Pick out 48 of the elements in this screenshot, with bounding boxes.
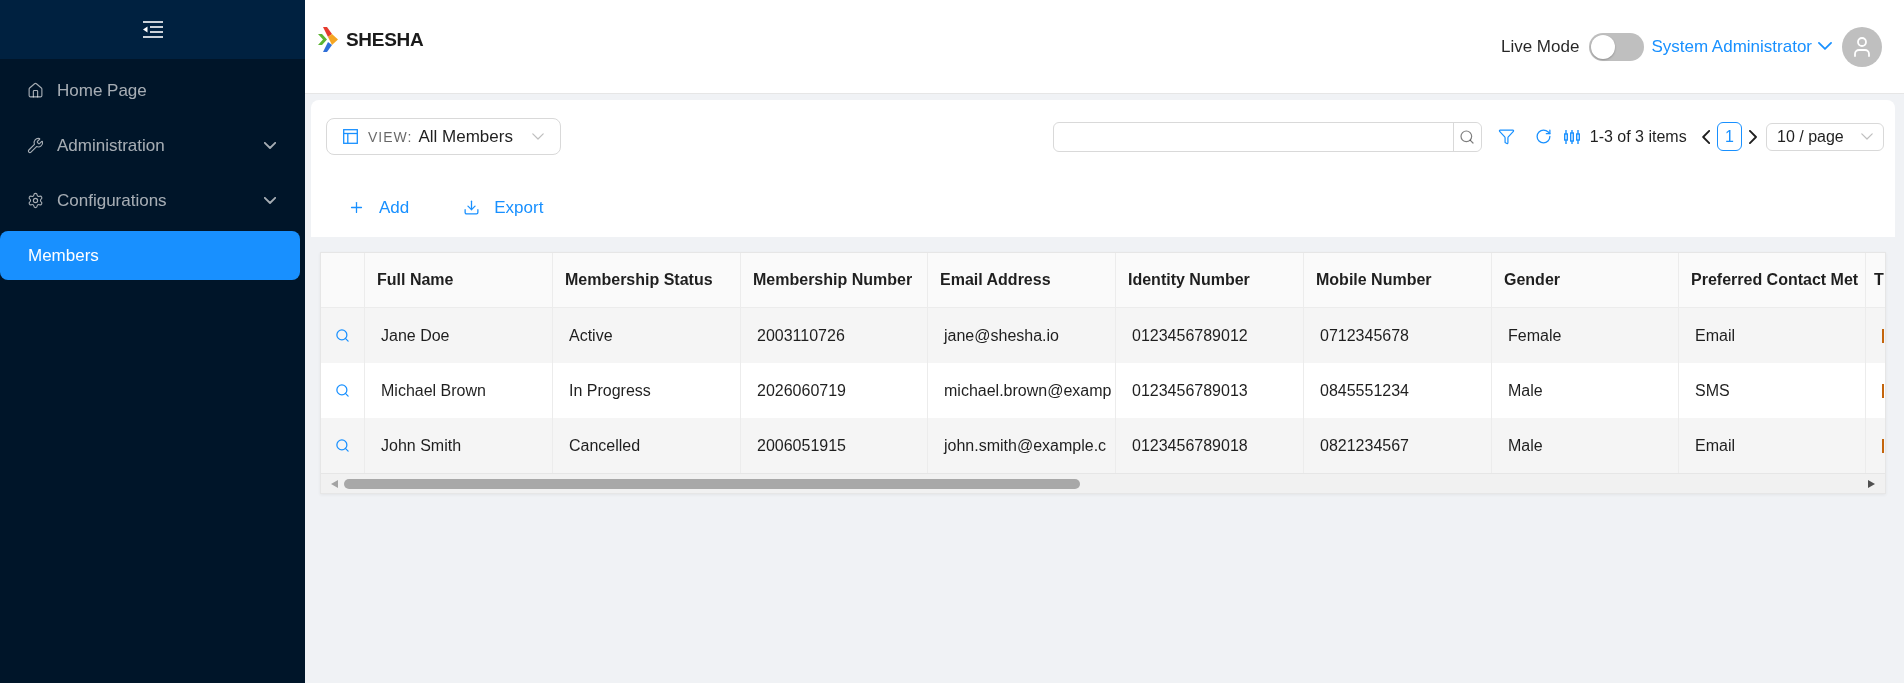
home-icon (27, 82, 44, 99)
menu-collapse-icon (142, 21, 163, 38)
column-header[interactable]: Membership Status (553, 253, 741, 307)
search-icon (1459, 128, 1476, 145)
column-header[interactable]: Mobile Number (1304, 253, 1492, 307)
sidebar-item[interactable]: Home Page (0, 66, 300, 115)
view-value: All Members (418, 126, 513, 147)
sidebar-item[interactable]: Configurations (0, 176, 300, 225)
chevron-right-icon (1748, 129, 1757, 144)
scroll-right-arrow-icon[interactable] (1868, 479, 1875, 488)
search-field[interactable] (1052, 121, 1482, 152)
column-header[interactable]: Identity Number (1116, 253, 1304, 307)
collapse-button[interactable] (142, 21, 163, 38)
avatar-icon[interactable] (1842, 26, 1882, 67)
page-size-select[interactable]: 10 / page (1766, 122, 1884, 151)
column-header[interactable]: Email Address (928, 253, 1116, 307)
column-settings-icon[interactable] (1563, 128, 1580, 145)
logo-text: SHESHA (346, 28, 424, 51)
scroll-left-arrow-icon[interactable] (331, 479, 338, 488)
filter-icon[interactable] (1497, 128, 1515, 145)
horizontal-scrollbar[interactable] (321, 473, 1885, 493)
sidebar-item[interactable]: Administration (0, 121, 300, 170)
settings-icon (27, 192, 44, 209)
column-header[interactable]: Preferred Contact Met (1679, 253, 1866, 307)
column-header[interactable]: Full Name (365, 253, 553, 307)
column-header[interactable]: Gender (1492, 253, 1679, 307)
wrench-icon (27, 137, 44, 154)
download-icon (463, 199, 481, 216)
caret-icon (532, 133, 544, 140)
chevron-left-icon (1701, 129, 1710, 144)
search-icon[interactable] (335, 383, 350, 398)
live-mode-label: Live Mode (1500, 36, 1580, 57)
refresh-icon[interactable] (1534, 128, 1552, 145)
view-prefix: VIEW: (368, 128, 413, 145)
column-header[interactable]: Membership Number (741, 253, 928, 307)
layout-icon (343, 129, 358, 144)
pagination-summary: 1-3 of 3 items (1589, 127, 1687, 146)
plus-icon (348, 199, 365, 216)
column-header[interactable]: T (1866, 253, 1885, 307)
chevron-down-icon (1818, 42, 1832, 51)
caret-icon (1861, 133, 1873, 140)
live-mode-switch[interactable] (1589, 32, 1645, 61)
search-button[interactable] (1452, 122, 1481, 151)
search-icon[interactable] (335, 328, 350, 343)
scrollbar-thumb[interactable] (344, 478, 1080, 489)
logo-mark-icon (318, 26, 338, 53)
view-selector[interactable]: VIEW: All Members (326, 118, 561, 155)
search-icon[interactable] (335, 438, 350, 453)
